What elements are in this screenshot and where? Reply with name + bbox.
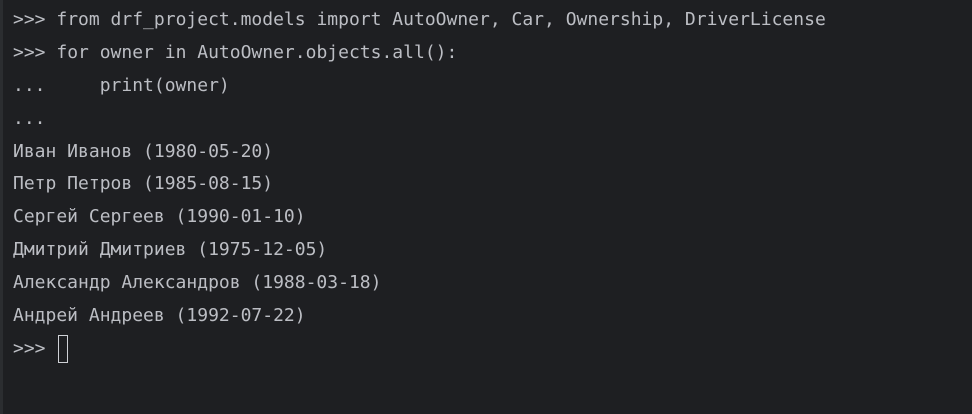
output-text: Петр Петров (1985-08-15) bbox=[13, 173, 274, 195]
console-prompt: >>> bbox=[13, 41, 57, 63]
console-output-line: Андрей Андреев (1992-07-22) bbox=[13, 300, 972, 333]
console-output-line: Сергей Сергеев (1990-01-10) bbox=[13, 201, 972, 234]
console-output-line: Александр Александров (1988-03-18) bbox=[13, 267, 972, 300]
console-code: from drf_project.models import AutoOwner… bbox=[56, 9, 826, 30]
console-continuation-prompt: ... bbox=[13, 107, 46, 129]
console-prompt: >>> bbox=[13, 9, 57, 30]
console-output-line: Дмитрий Дмитриев (1975-12-05) bbox=[13, 234, 972, 267]
console-code: for owner in AutoOwner.objects.all(): bbox=[56, 41, 458, 63]
console-active-line[interactable]: >>> bbox=[13, 333, 972, 366]
output-text: Андрей Андреев (1992-07-22) bbox=[13, 305, 306, 327]
console-prompt: >>> bbox=[13, 337, 57, 359]
console-input-line: ... print(owner) bbox=[13, 70, 972, 103]
console-output-line: Иван Иванов (1980-05-20) bbox=[13, 136, 972, 169]
console-input-line: >>> for owner in AutoOwner.objects.all()… bbox=[13, 37, 972, 70]
output-text: Александр Александров (1988-03-18) bbox=[13, 272, 382, 294]
python-console[interactable]: >>> from drf_project.models import AutoO… bbox=[0, 0, 972, 414]
console-output-line: Петр Петров (1985-08-15) bbox=[13, 168, 972, 201]
console-code: print(owner) bbox=[99, 74, 230, 96]
output-text: Иван Иванов (1980-05-20) bbox=[13, 140, 274, 162]
console-continuation-prompt: ... bbox=[13, 74, 100, 96]
console-input-line: ... bbox=[13, 103, 972, 136]
console-input-line: >>> from drf_project.models import AutoO… bbox=[13, 4, 972, 37]
output-text: Дмитрий Дмитриев (1975-12-05) bbox=[13, 239, 328, 261]
output-text: Сергей Сергеев (1990-01-10) bbox=[13, 206, 306, 228]
text-cursor bbox=[58, 335, 69, 364]
